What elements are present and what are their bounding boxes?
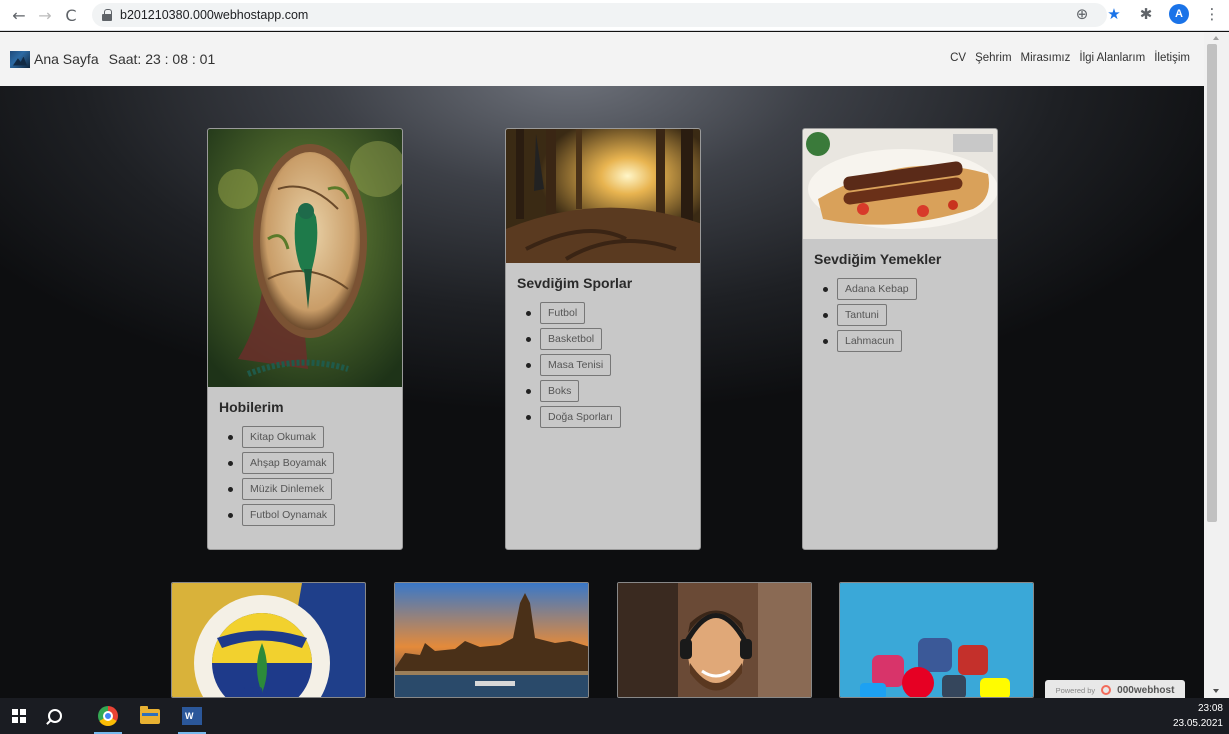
sport-button-futbol[interactable]: Futbol [540, 302, 586, 324]
pinterest-icon [902, 667, 934, 697]
brand-logo-icon[interactable] [10, 50, 30, 68]
list-item: Futbol [526, 302, 700, 324]
taskbar-chrome[interactable] [90, 698, 126, 734]
folder-icon [140, 705, 160, 724]
forward-arrow-icon[interactable]: → [34, 4, 56, 26]
clock-text: Saat: 23 : 08 : 01 [108, 51, 216, 67]
card-sports-image [506, 129, 700, 263]
list-item: Kitap Okumak [228, 426, 402, 448]
foods-list: Adana Kebap Tantuni Lahmacun [803, 278, 997, 352]
youtube-icon [958, 645, 988, 675]
menu-dots-icon[interactable]: ⋮ [1203, 5, 1221, 23]
address-bar[interactable]: b201210380.000webhostapp.com [92, 3, 1107, 27]
windows-taskbar: W 23:08 23.05.2021 [0, 698, 1229, 734]
hobby-button-futbol[interactable]: Futbol Oynamak [242, 504, 336, 526]
london-parliament-image [395, 583, 588, 697]
card-foods: Sevdiğim Yemekler Adana Kebap Tantuni La… [802, 128, 998, 550]
lock-icon [102, 9, 112, 21]
chrome-icon [98, 706, 118, 726]
nav-link-cv[interactable]: CV [950, 52, 966, 64]
system-date: 23.05.2021 [1172, 718, 1223, 729]
list-item: Müzik Dinlemek [228, 478, 402, 500]
snapchat-icon [980, 678, 1010, 697]
tile-fenerbahce[interactable]: 1907 [171, 582, 366, 698]
zoom-icon[interactable]: ⊕ [1073, 5, 1091, 23]
system-clock[interactable]: 23:08 23.05.2021 [1173, 701, 1223, 731]
list-item: Ahşap Boyamak [228, 452, 402, 474]
card-hobbies-image [208, 129, 402, 387]
hobby-button-ahsap[interactable]: Ahşap Boyamak [242, 452, 335, 474]
tile-music[interactable] [617, 582, 812, 698]
card-hobbies-title: Hobilerim [219, 399, 284, 415]
card-foods-image [803, 129, 997, 239]
card-hobbies: Hobilerim Kitap Okumak Ahşap Boyamak Müz… [207, 128, 403, 550]
browser-toolbar: ← → C b201210380.000webhostapp.com ⊕ ★ ✱… [0, 0, 1229, 31]
food-button-lahmacun[interactable]: Lahmacun [837, 330, 903, 352]
card-sports-title: Sevdiğim Sporlar [517, 275, 633, 291]
twitter-icon [860, 683, 886, 697]
sport-button-masa-tenisi[interactable]: Masa Tenisi [540, 354, 612, 376]
scroll-thumb[interactable] [1207, 44, 1217, 522]
hobbies-list: Kitap Okumak Ahşap Boyamak Müzik Dinleme… [208, 426, 402, 526]
search-icon[interactable] [48, 709, 62, 723]
card-foods-title: Sevdiğim Yemekler [814, 251, 942, 267]
scroll-up-arrow-icon[interactable] [1213, 36, 1219, 40]
kebab-plate-image [803, 129, 997, 239]
nav-link-iletisim[interactable]: İletişim [1154, 52, 1190, 64]
tile-london[interactable] [394, 582, 589, 698]
food-button-tantuni[interactable]: Tantuni [837, 304, 887, 326]
facebook-icon [918, 638, 952, 672]
fenerbahce-year: 1907 [242, 685, 270, 698]
list-item: Boks [526, 380, 700, 402]
social-media-icons-image [840, 583, 1033, 697]
hobby-button-muzik[interactable]: Müzik Dinlemek [242, 478, 333, 500]
powered-by-prefix: Powered by [1055, 685, 1096, 695]
url-text[interactable]: b201210380.000webhostapp.com [120, 8, 308, 22]
sport-button-basketbol[interactable]: Basketbol [540, 328, 603, 350]
list-item: Masa Tenisi [526, 354, 700, 376]
reload-icon[interactable]: C [60, 4, 82, 26]
powered-by-brand: 000webhost [1117, 684, 1175, 696]
card-sports: Sevdiğim Sporlar Futbol Basketbol Masa T… [505, 128, 701, 550]
extensions-puzzle-icon[interactable]: ✱ [1137, 5, 1155, 23]
hobby-button-kitap[interactable]: Kitap Okumak [242, 426, 324, 448]
bookmark-star-icon[interactable]: ★ [1105, 5, 1123, 23]
page-scrollbar[interactable] [1204, 32, 1229, 698]
word-icon: W [182, 707, 202, 725]
home-link[interactable]: Ana Sayfa [34, 51, 99, 67]
list-item: Futbol Oynamak [228, 504, 402, 526]
webhost-logo-icon [1101, 685, 1112, 695]
taskbar-file-explorer[interactable] [132, 698, 168, 734]
nav-link-mirasimiz[interactable]: Mirasımız [1021, 52, 1071, 64]
list-item: Lahmacun [823, 330, 997, 352]
nav-link-sehrim[interactable]: Şehrim [975, 52, 1011, 64]
sport-button-boks[interactable]: Boks [540, 380, 580, 402]
list-item: Tantuni [823, 304, 997, 326]
back-arrow-icon[interactable]: ← [8, 4, 30, 26]
taskbar-word[interactable]: W [174, 698, 210, 734]
list-item: Doğa Sporları [526, 406, 700, 428]
system-time: 23:08 [1197, 703, 1223, 714]
page-viewport: Ana Sayfa Saat: 23 : 08 : 01 CV Şehrim M… [0, 32, 1204, 698]
list-item: Adana Kebap [823, 278, 997, 300]
site-navbar: Ana Sayfa Saat: 23 : 08 : 01 CV Şehrim M… [0, 32, 1204, 86]
tile-social-media[interactable] [839, 582, 1034, 698]
fenerbahce-logo-image: 1907 [172, 583, 365, 698]
food-button-adana[interactable]: Adana Kebap [837, 278, 917, 300]
sport-button-doga[interactable]: Doğa Sporları [540, 406, 621, 428]
windows-start-icon[interactable] [12, 709, 26, 723]
list-item: Basketbol [526, 328, 700, 350]
wood-painting-image [208, 129, 402, 387]
nav-link-ilgi-alanlarim[interactable]: İlgi Alanlarım [1079, 52, 1145, 64]
profile-avatar[interactable]: A [1169, 4, 1189, 24]
powered-by-badge[interactable]: Powered by 000webhost [1045, 680, 1185, 700]
man-headphones-image [618, 583, 811, 697]
sports-list: Futbol Basketbol Masa Tenisi Boks Doğa S… [506, 302, 700, 428]
instagram-icon [872, 655, 904, 687]
tumblr-icon [942, 675, 966, 697]
scroll-down-arrow-icon[interactable] [1213, 689, 1219, 693]
nav-links: CV Şehrim Mirasımız İlgi Alanlarım İleti… [950, 52, 1190, 64]
forest-trail-image [506, 129, 700, 263]
